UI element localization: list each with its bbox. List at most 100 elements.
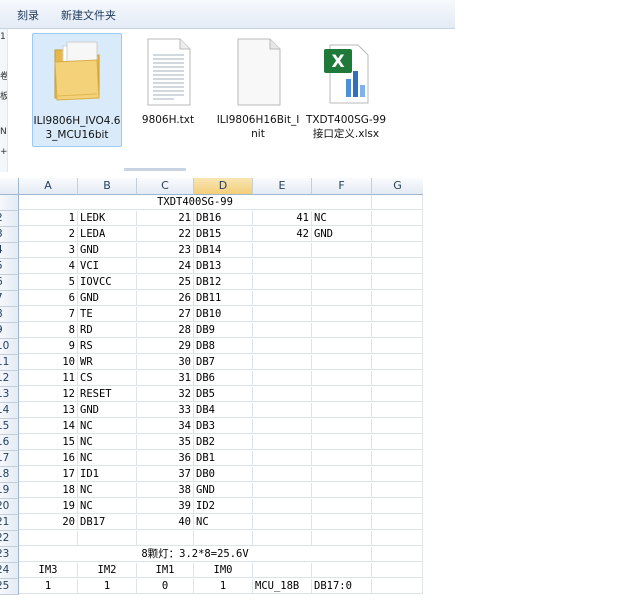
table-cell[interactable]: 39 [137, 499, 194, 514]
row-header[interactable]: 10 [0, 339, 19, 355]
nav-item[interactable]: + [0, 147, 7, 157]
table-cell[interactable] [312, 499, 372, 514]
row-header[interactable]: 14 [0, 403, 19, 419]
table-cell[interactable] [372, 563, 423, 578]
table-cell[interactable]: DB2 [194, 435, 253, 450]
table-cell[interactable] [372, 499, 423, 514]
table-cell[interactable]: 37 [137, 467, 194, 482]
table-cell[interactable]: 26 [137, 291, 194, 306]
table-cell[interactable] [372, 515, 423, 530]
row-header[interactable]: 22 [0, 531, 19, 547]
table-cell[interactable]: NC [78, 451, 137, 466]
table-cell[interactable] [312, 355, 372, 370]
row-header[interactable]: 5 [0, 259, 19, 275]
table-cell[interactable] [253, 435, 312, 450]
table-cell[interactable] [312, 243, 372, 258]
table-cell[interactable]: 30 [137, 355, 194, 370]
row-header[interactable]: 20 [0, 499, 19, 515]
table-cell[interactable] [312, 467, 372, 482]
row-header[interactable]: 4 [0, 243, 19, 259]
table-cell[interactable] [372, 451, 423, 466]
table-cell[interactable]: 34 [137, 419, 194, 434]
table-cell[interactable] [312, 259, 372, 274]
table-cell[interactable]: DB10 [194, 307, 253, 322]
table-cell[interactable]: IM3 [19, 563, 78, 578]
table-cell[interactable] [312, 515, 372, 530]
table-cell[interactable]: 1 [194, 579, 253, 594]
table-cell[interactable] [253, 371, 312, 386]
table-cell[interactable]: 0 [137, 579, 194, 594]
table-cell[interactable] [372, 531, 423, 546]
table-cell[interactable]: LEDA [78, 227, 137, 242]
table-cell[interactable] [312, 339, 372, 354]
new-folder-button[interactable]: 新建文件夹 [61, 7, 116, 23]
table-cell[interactable]: NC [78, 435, 137, 450]
file-item-excel[interactable]: X TXDT400SG-99接口定义.xlsx [302, 33, 390, 145]
table-cell[interactable]: DB0 [194, 467, 253, 482]
table-cell[interactable] [253, 563, 312, 578]
column-header-a[interactable]: A [19, 178, 78, 195]
table-cell[interactable]: 3 [19, 243, 78, 258]
table-cell[interactable] [312, 275, 372, 290]
table-cell[interactable]: 31 [137, 371, 194, 386]
table-cell[interactable] [372, 483, 423, 498]
table-cell[interactable]: 24 [137, 259, 194, 274]
table-cell[interactable] [253, 403, 312, 418]
table-cell[interactable]: DB17:0 [312, 579, 372, 594]
table-cell[interactable] [312, 371, 372, 386]
table-cell[interactable]: 40 [137, 515, 194, 530]
table-cell[interactable]: DB14 [194, 243, 253, 258]
table-cell[interactable]: 11 [19, 371, 78, 386]
table-cell[interactable]: DB8 [194, 339, 253, 354]
table-cell[interactable]: DB12 [194, 275, 253, 290]
table-cell[interactable] [253, 243, 312, 258]
table-cell[interactable]: MCU_18B [253, 579, 312, 594]
table-cell[interactable] [253, 307, 312, 322]
table-cell[interactable]: 35 [137, 435, 194, 450]
row-header[interactable]: 18 [0, 467, 19, 483]
table-cell[interactable]: IM2 [78, 563, 137, 578]
table-cell[interactable] [372, 307, 423, 322]
table-cell[interactable]: VCI [78, 259, 137, 274]
table-cell[interactable]: 42 [253, 227, 312, 242]
table-cell[interactable]: NC [78, 499, 137, 514]
table-cell[interactable]: DB16 [194, 211, 253, 226]
table-cell[interactable]: DB9 [194, 323, 253, 338]
table-cell[interactable] [253, 291, 312, 306]
table-cell[interactable] [372, 387, 423, 402]
table-cell[interactable]: IOVCC [78, 275, 137, 290]
table-cell[interactable]: 33 [137, 403, 194, 418]
file-item-text[interactable]: 9806H.txt [124, 33, 212, 145]
table-cell[interactable] [253, 259, 312, 274]
table-cell[interactable] [253, 499, 312, 514]
table-cell[interactable] [253, 323, 312, 338]
nav-item[interactable]: 1 [0, 32, 7, 42]
table-cell[interactable] [372, 403, 423, 418]
row-header[interactable]: 11 [0, 355, 19, 371]
row-header[interactable]: 2 [0, 211, 19, 227]
row-header[interactable]: 6 [0, 275, 19, 291]
column-header-d[interactable]: D [194, 178, 253, 195]
table-cell[interactable] [372, 419, 423, 434]
table-cell[interactable]: 6 [19, 291, 78, 306]
row-header[interactable]: 8 [0, 307, 19, 323]
file-item-folder[interactable]: ILI9806H_IVO4.63_MCU16bit [32, 33, 122, 147]
table-cell[interactable]: GND [78, 291, 137, 306]
table-cell[interactable]: 18 [19, 483, 78, 498]
row-header[interactable]: 19 [0, 483, 19, 499]
table-cell[interactable] [253, 355, 312, 370]
table-cell[interactable] [372, 435, 423, 450]
table-cell[interactable]: NC [78, 483, 137, 498]
table-cell[interactable] [253, 275, 312, 290]
table-cell[interactable] [312, 403, 372, 418]
table-cell[interactable]: 41 [253, 211, 312, 226]
table-cell[interactable] [312, 291, 372, 306]
table-cell[interactable]: 1 [78, 579, 137, 594]
table-cell[interactable] [372, 339, 423, 354]
table-cell[interactable]: 1 [19, 579, 78, 594]
select-all-corner[interactable] [0, 178, 19, 195]
row-header[interactable]: 7 [0, 291, 19, 307]
table-cell[interactable]: IM0 [194, 563, 253, 578]
table-cell[interactable]: 23 [137, 243, 194, 258]
table-cell[interactable]: NC [312, 211, 372, 226]
